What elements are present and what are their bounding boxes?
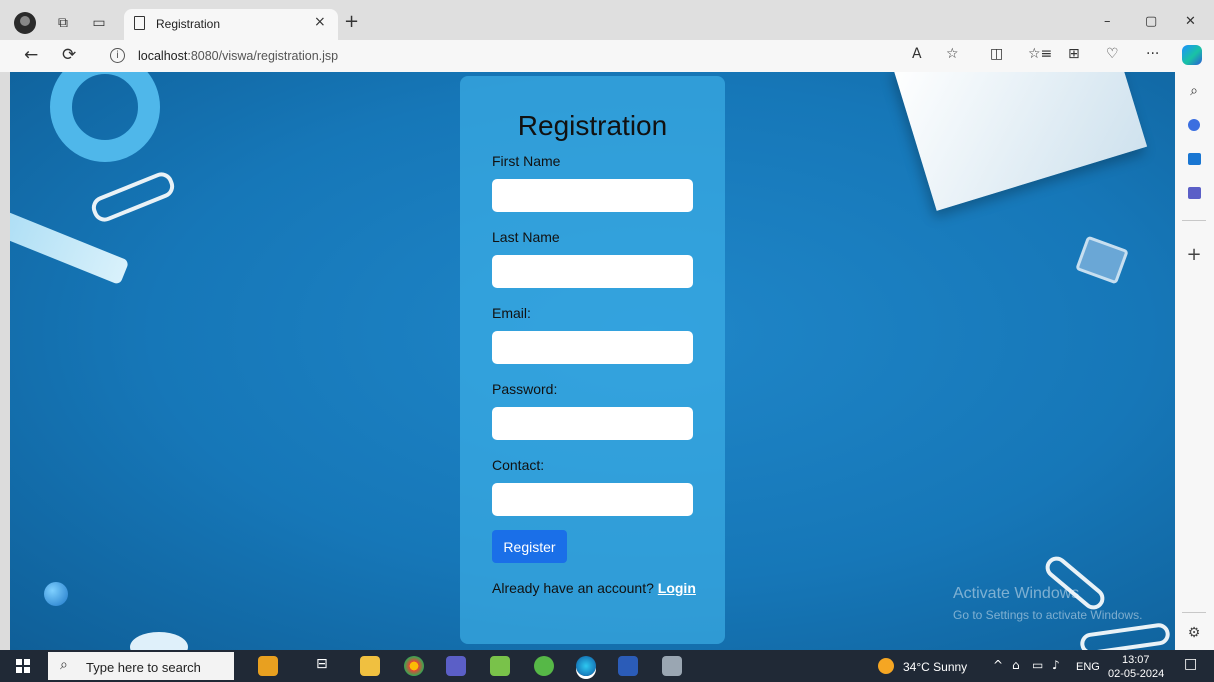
sidebar-add-icon[interactable]: + <box>1183 244 1205 266</box>
chrome-icon[interactable] <box>404 656 424 676</box>
page-viewport: Registration First Name Last Name Email:… <box>10 72 1175 650</box>
activate-windows-title: Activate Windows <box>953 585 1080 602</box>
scissors-decoration <box>50 72 160 162</box>
teams-taskbar-icon[interactable] <box>446 656 466 676</box>
last-name-input[interactable] <box>492 255 693 288</box>
paperclip-decoration-3 <box>1078 621 1172 650</box>
edge-taskbar-icon[interactable] <box>576 656 596 676</box>
meet-now-icon[interactable]: ⌂ <box>1012 658 1020 672</box>
weather-icon[interactable] <box>878 658 894 674</box>
eraser-decoration <box>130 632 188 650</box>
browser-toolbar: ← ⟳ i localhost:8080/viswa/registration.… <box>0 40 1214 72</box>
register-button[interactable]: Register <box>492 530 567 563</box>
address-bar[interactable]: i localhost:8080/viswa/registration.jsp <box>100 43 980 69</box>
sidebar-divider <box>1182 220 1206 221</box>
copilot-sidebar-icon[interactable] <box>1183 114 1205 136</box>
tray-overflow-icon[interactable]: ^ <box>993 658 1003 672</box>
favorite-icon[interactable]: ☆ <box>946 46 959 62</box>
tab-actions-icon[interactable]: ▭ <box>88 12 110 34</box>
registration-card: Registration First Name Last Name Email:… <box>460 76 725 644</box>
taskbar-search[interactable]: ⌕ Type here to search <box>48 652 234 680</box>
favorites-icon[interactable]: ☆≡ <box>1028 46 1052 62</box>
edge-sidebar: ⌕ + ⚙ <box>1175 72 1214 650</box>
contact-input[interactable] <box>492 483 693 516</box>
browser-essentials-icon[interactable]: ♡ <box>1106 46 1119 62</box>
weather-text[interactable]: 34°C Sunny <box>903 660 967 674</box>
url-host: localhost <box>138 49 188 63</box>
binder-clip-decoration <box>1075 235 1129 285</box>
restore-button[interactable]: ▢ <box>1145 14 1157 29</box>
sidebar-settings-icon[interactable]: ⚙ <box>1183 622 1205 644</box>
file-explorer-icon[interactable] <box>360 656 380 676</box>
clock-date[interactable]: 02-05-2024 <box>1108 668 1164 680</box>
split-screen-icon[interactable]: ◫ <box>990 46 1003 62</box>
tab-registration[interactable]: Registration × <box>124 9 338 40</box>
first-name-label: First Name <box>492 153 561 169</box>
login-prompt-text: Already have an account? <box>492 580 654 596</box>
workspaces-icon[interactable]: ⧉ <box>52 12 74 34</box>
notepaper-decoration <box>892 72 1148 211</box>
windows-start-icon[interactable] <box>16 659 30 673</box>
first-name-input[interactable] <box>492 179 693 212</box>
contact-label: Contact: <box>492 457 545 473</box>
tab-title: Registration <box>156 17 221 31</box>
new-tab-button[interactable]: + <box>344 11 359 32</box>
url-path: :8080/viswa/registration.jsp <box>187 49 339 63</box>
word-icon[interactable] <box>618 656 638 676</box>
email-label: Email: <box>492 305 531 321</box>
email-input[interactable] <box>492 331 693 364</box>
login-link[interactable]: Login <box>658 580 696 596</box>
app-icon-1[interactable] <box>490 656 510 676</box>
page-icon <box>134 16 145 30</box>
paperclip-decoration <box>88 168 178 226</box>
task-view-icon[interactable]: ⊟ <box>316 656 336 676</box>
site-info-icon[interactable]: i <box>110 48 125 63</box>
sidebar-divider-2 <box>1182 612 1206 613</box>
tab-strip: ⧉ ▭ Registration × + – ▢ ✕ <box>0 0 1214 40</box>
network-icon[interactable]: ▭ <box>1032 658 1043 672</box>
back-button[interactable]: ← <box>24 45 38 65</box>
language-indicator[interactable]: ENG <box>1076 661 1100 673</box>
app-icon-2[interactable] <box>534 656 554 676</box>
notifications-icon[interactable]: □ <box>1184 656 1197 672</box>
page-title: Registration <box>517 110 668 141</box>
activate-windows-subtitle: Go to Settings to activate Windows. <box>953 608 1143 622</box>
windows-taskbar: ⌕ Type here to search ⊟ 34°C Sunny ^ ⌂ ▭… <box>0 650 1214 682</box>
tab-close-icon[interactable]: × <box>314 14 326 30</box>
pushpin-decoration <box>44 582 68 606</box>
copilot-icon[interactable] <box>1182 45 1202 65</box>
minimize-button[interactable]: – <box>1104 14 1111 29</box>
password-label: Password: <box>492 381 558 397</box>
search-icon: ⌕ <box>60 657 68 673</box>
profile-avatar[interactable] <box>14 12 36 34</box>
taskbar-search-placeholder: Type here to search <box>86 660 201 675</box>
briefcase-app-icon[interactable] <box>258 656 278 676</box>
url-text[interactable]: localhost:8080/viswa/registration.jsp <box>138 49 338 63</box>
volume-icon[interactable]: ♪ <box>1052 658 1060 672</box>
login-prompt: Already have an account? Login <box>492 580 696 596</box>
sidebar-search-icon[interactable]: ⌕ <box>1183 80 1205 102</box>
close-window-button[interactable]: ✕ <box>1185 14 1196 29</box>
app-icon-3[interactable] <box>662 656 682 676</box>
teams-icon[interactable] <box>1183 182 1205 204</box>
password-input[interactable] <box>492 407 693 440</box>
refresh-button[interactable]: ⟳ <box>62 45 76 65</box>
collections-icon[interactable]: ⊞ <box>1068 46 1080 62</box>
paperclip-decoration-2 <box>1041 552 1109 614</box>
outlook-icon[interactable] <box>1183 148 1205 170</box>
last-name-label: Last Name <box>492 229 560 245</box>
clock-time[interactable]: 13:07 <box>1122 654 1150 666</box>
read-aloud-icon[interactable]: A <box>912 46 922 62</box>
more-icon[interactable]: ··· <box>1146 46 1159 62</box>
